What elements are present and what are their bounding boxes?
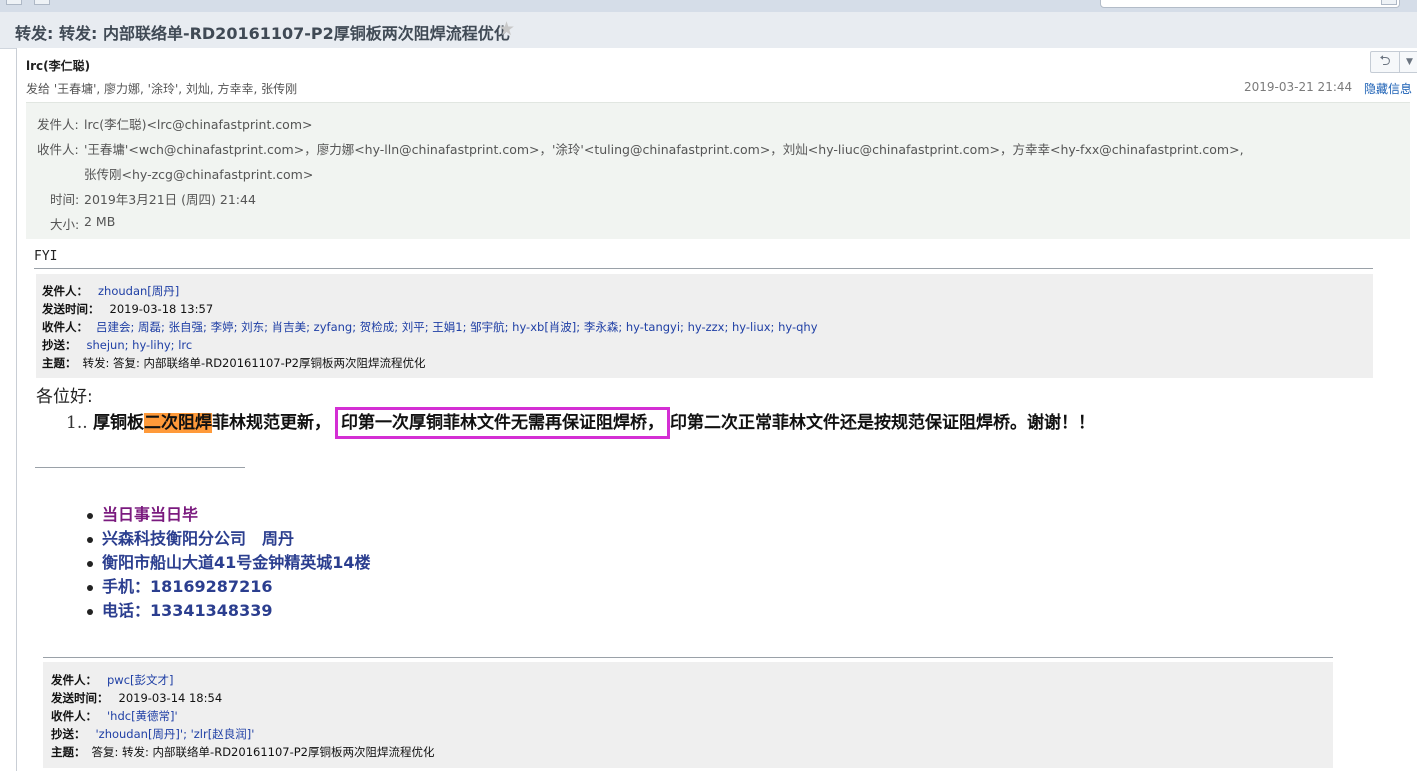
signature: 当日事当日毕 兴森科技衡阳分公司 周丹 衡阳市船山大道41号金钟精英城14楼 手机：1… xyxy=(84,503,371,623)
quote-from-label: 发件人： xyxy=(42,284,88,298)
quote-sent-label: 发送时间： xyxy=(42,302,100,316)
quote-sent-label: 发送时间： xyxy=(51,691,109,705)
signature-line: 电话：13341348339 xyxy=(84,599,371,623)
hide-info-link[interactable]: 隐藏信息 xyxy=(1364,80,1412,97)
item-text: 印第二次正常菲林文件还是按规范保证阻焊桥。谢谢！！ xyxy=(670,413,1096,433)
quote-sent-value: 2019-03-18 13:57 xyxy=(109,302,214,316)
time-value: 2019年3月21日 (周四) 21:44 xyxy=(84,192,256,207)
item-text: 厚铜板 xyxy=(93,413,145,433)
mail-subject: 转发: 转发: 内部联络单-RD20161107-P2厚铜板两次阻焊流程优化 xyxy=(15,24,510,43)
quoted-header-1: 发件人： zhoudan[周丹] 发送时间： 2019-03-18 13:57 收件… xyxy=(36,274,1373,378)
sender-name[interactable]: lrc(李仁聪) xyxy=(26,57,90,74)
mail-date: 2019-03-21 21:44 xyxy=(1244,80,1353,94)
divider xyxy=(43,657,1333,658)
quote-from-value[interactable]: zhoudan[周丹] xyxy=(98,284,179,298)
quote-subject-label: 主题： xyxy=(51,745,86,759)
quote-from-value[interactable]: pwc[彭文才] xyxy=(107,673,174,687)
quote-cc-value[interactable]: 'zhoudan[周丹]'; 'zlr[赵良润]' xyxy=(96,727,255,741)
size-label: 大小: xyxy=(50,217,80,232)
quote-subject-value: 转发: 答复: 内部联络单-RD20161107-P2厚铜板两次阻焊流程优化 xyxy=(82,356,426,370)
quote-to-value[interactable]: 'hdc[黄德常]' xyxy=(107,709,178,723)
size-value: 2 MB xyxy=(84,214,116,229)
to-value-cont: 张传刚<hy-zcg@chinafastprint.com> xyxy=(84,167,314,182)
highlighted-text: 二次阻焊 xyxy=(144,413,213,433)
quote-cc-label: 抄送： xyxy=(42,338,77,352)
quote-subject-label: 主题： xyxy=(42,356,77,370)
signature-divider xyxy=(35,467,245,468)
quote-subject-value: 答复: 转发: 内部联络单-RD20161107-P2厚铜板两次阻焊流程优化 xyxy=(91,745,435,759)
signature-line: 当日事当日毕 xyxy=(84,503,371,527)
time-label: 时间: xyxy=(50,192,80,207)
quoted-header-2: 发件人： pwc[彭文才] 发送时间： 2019-03-14 18:54 收件人： '… xyxy=(43,662,1333,768)
signature-line: 兴森科技衡阳分公司 周丹 xyxy=(84,527,371,551)
subject-bar: 转发: 转发: 内部联络单-RD20161107-P2厚铜板两次阻焊流程优化 ★ xyxy=(0,12,1417,49)
chevron-down-icon[interactable]: ▼ xyxy=(1400,52,1417,72)
boxed-text: 印第一次厚铜菲林文件无需再保证阻焊桥， xyxy=(335,407,671,439)
reply-icon[interactable]: ⮌ xyxy=(1371,52,1400,72)
reply-button-group: ⮌ ▼ xyxy=(1370,51,1417,73)
from-label: 发件人: xyxy=(37,117,79,132)
fyi-text: FYI xyxy=(34,249,58,264)
to-value: '王春墉'<wch@chinafastprint.com>，廖力娜<hy-lln… xyxy=(84,142,1244,157)
list-number: 1.. xyxy=(66,413,88,433)
signature-line: 手机：18169287216 xyxy=(84,575,371,599)
toolbar-button[interactable] xyxy=(6,0,22,5)
signature-line: 衡阳市船山大道41号金钟精英城14楼 xyxy=(84,551,371,575)
search-input[interactable] xyxy=(1100,0,1400,8)
list-item: 1.. 厚铜板二次阻焊菲林规范更新， 印第一次厚铜菲林文件无需再保证阻焊桥， 印第二… xyxy=(66,407,1096,439)
quote-cc-value[interactable]: shejun; hy-lihy; lrc xyxy=(87,338,193,352)
greeting: 各位好: xyxy=(36,387,93,407)
quote-to-label: 收件人： xyxy=(42,320,88,334)
mail-details: 发件人: lrc(李仁聪)<lrc@chinafastprint.com> 收件… xyxy=(26,102,1410,239)
toolbar-button[interactable] xyxy=(34,0,50,5)
search-button[interactable] xyxy=(1381,0,1397,5)
quote-sent-value: 2019-03-14 18:54 xyxy=(118,691,223,705)
star-icon[interactable]: ★ xyxy=(498,18,515,40)
divider xyxy=(34,268,1373,269)
to-label: 收件人: xyxy=(37,142,79,157)
recipients-summary: 发给 '王春墉', 廖力娜, '涂玲', 刘灿, 方幸幸, 张传刚 xyxy=(26,82,298,96)
quote-to-value[interactable]: 吕建会; 周磊; 张自强; 李婷; 刘东; 肖吉美; zyfang; 贺检成; … xyxy=(96,320,818,334)
quote-to-label: 收件人： xyxy=(51,709,97,723)
quote-from-label: 发件人： xyxy=(51,673,97,687)
quote-cc-label: 抄送： xyxy=(51,727,86,741)
item-text: 菲林规范更新， xyxy=(212,413,332,433)
from-value: lrc(李仁聪)<lrc@chinafastprint.com> xyxy=(84,117,313,132)
